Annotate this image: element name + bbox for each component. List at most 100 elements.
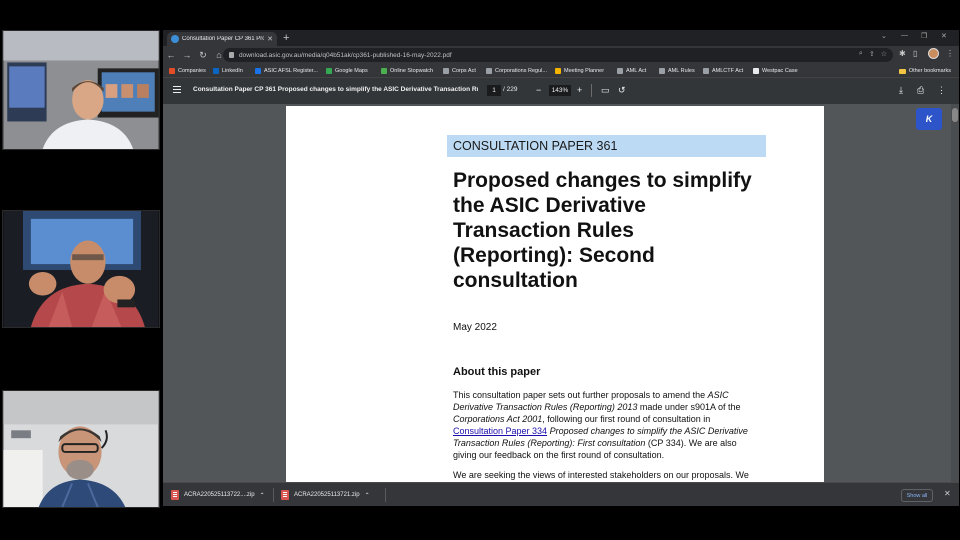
zoom-level-input[interactable]: 143% bbox=[549, 85, 571, 96]
address-bar[interactable]: download.asic.gov.au/media/q04b51ak/cp36… bbox=[223, 48, 893, 62]
chevron-up-icon[interactable]: ⌃ bbox=[365, 492, 370, 499]
file-icon bbox=[281, 490, 289, 500]
asic-favicon-icon bbox=[171, 35, 179, 43]
pdf-page: CONSULTATION PAPER 361 Proposed changes … bbox=[286, 106, 824, 482]
scrollbar-thumb[interactable] bbox=[952, 108, 958, 122]
bookmark-item[interactable]: AML Act bbox=[617, 64, 646, 78]
bookmark-favicon-icon bbox=[443, 68, 449, 74]
browser-window: Consultation Paper CP 361 Propo ✕ + ⌄ — … bbox=[163, 30, 959, 506]
more-options-icon[interactable]: ⋮ bbox=[937, 84, 946, 96]
url-text: download.asic.gov.au/media/q04b51ak/cp36… bbox=[239, 51, 452, 59]
chevron-down-icon[interactable]: ⌄ bbox=[881, 32, 887, 40]
page-total: / 229 bbox=[503, 86, 518, 93]
bookmark-label: ASIC AFSL Register... bbox=[264, 68, 318, 74]
participant-2-image bbox=[3, 211, 159, 327]
bookmark-label: Westpac Case bbox=[762, 68, 798, 74]
rotate-icon[interactable]: ↺ bbox=[618, 84, 626, 96]
bookmark-item[interactable]: Meeting Planner bbox=[555, 64, 604, 78]
consultation-paper-334-link[interactable]: Consultation Paper 334 bbox=[453, 426, 547, 436]
bookmark-label: LinkedIn bbox=[222, 68, 243, 74]
download-icon[interactable]: ⤓ bbox=[899, 84, 903, 96]
bookmark-label: Online Stopwatch bbox=[390, 68, 434, 74]
bookmark-label: AML Act bbox=[626, 68, 647, 74]
bookmark-label: Corps Act bbox=[452, 68, 476, 74]
extensions-icon[interactable]: ✱ bbox=[899, 49, 906, 58]
folder-icon bbox=[898, 68, 906, 74]
participant-video-2 bbox=[2, 210, 160, 328]
bookmark-label: AML Rules bbox=[668, 68, 695, 74]
reload-icon[interactable]: ↻ bbox=[195, 46, 211, 64]
zoom-out-icon[interactable]: − bbox=[536, 84, 541, 96]
browser-menu-icon[interactable]: ⋮ bbox=[946, 49, 954, 58]
bookmark-favicon-icon bbox=[326, 68, 332, 74]
bookmark-item[interactable]: LinkedIn bbox=[213, 64, 243, 78]
close-window-icon[interactable]: ✕ bbox=[941, 32, 947, 40]
back-icon[interactable]: ← bbox=[163, 46, 179, 64]
side-panel-icon[interactable]: ▯ bbox=[913, 49, 917, 58]
bookmark-favicon-icon bbox=[617, 68, 623, 74]
participant-3-image bbox=[3, 391, 159, 507]
bookmark-label: AMLCTF Act bbox=[712, 68, 744, 74]
about-text: This consultation paper sets out further… bbox=[453, 390, 708, 400]
file-icon bbox=[171, 490, 179, 500]
bookmark-item[interactable]: Westpac Case bbox=[753, 64, 798, 78]
scrollbar[interactable] bbox=[951, 104, 959, 482]
bookmark-item[interactable]: AML Rules bbox=[659, 64, 695, 78]
restore-icon[interactable]: ❐ bbox=[921, 32, 927, 40]
zoom-icon[interactable]: ⌕ bbox=[859, 50, 863, 58]
document-date: May 2022 bbox=[453, 322, 497, 333]
download-item-2[interactable]: ACRA220525113721.zip ⌃ bbox=[281, 487, 370, 503]
show-all-button[interactable]: Show all bbox=[901, 489, 933, 502]
download-divider bbox=[385, 488, 386, 502]
about-italic-act: Corporations Act 2001 bbox=[453, 414, 543, 424]
zoom-in-icon[interactable]: + bbox=[577, 84, 582, 96]
bookmarks-bar: Companies LinkedIn ASIC AFSL Register... Go… bbox=[163, 64, 959, 78]
other-bookmarks-folder[interactable]: Other bookmarks bbox=[898, 64, 951, 78]
about-text: made under s901A of the bbox=[637, 402, 741, 412]
forward-icon[interactable]: → bbox=[179, 46, 195, 64]
share-icon[interactable]: ⇪ bbox=[869, 50, 875, 58]
other-bookmarks-label: Other bookmarks bbox=[908, 68, 951, 74]
print-icon[interactable]: ⎙ bbox=[917, 84, 924, 96]
pdf-viewer[interactable]: CONSULTATION PAPER 361 Proposed changes … bbox=[163, 104, 959, 482]
browser-tab[interactable]: Consultation Paper CP 361 Propo ✕ bbox=[167, 32, 277, 46]
bookmark-item[interactable]: Google Maps bbox=[326, 64, 368, 78]
bookmark-star-icon[interactable]: ☆ bbox=[881, 50, 887, 58]
screen: Consultation Paper CP 361 Propo ✕ + ⌄ — … bbox=[0, 0, 960, 540]
participant-video-3 bbox=[2, 390, 160, 508]
bookmark-item[interactable]: Companies bbox=[169, 64, 206, 78]
browser-toolbar: ← → ↻ ⌂ download.asic.gov.au/media/q04b5… bbox=[163, 46, 959, 64]
about-text: , following our first round of consultat… bbox=[542, 414, 711, 424]
bookmark-item[interactable]: Online Stopwatch bbox=[381, 64, 433, 78]
tab-title: Consultation Paper CP 361 Propo bbox=[182, 36, 265, 42]
extension-k-button[interactable]: K bbox=[916, 108, 942, 130]
profile-avatar[interactable] bbox=[928, 48, 939, 59]
new-tab-icon[interactable]: + bbox=[283, 31, 289, 45]
bookmark-favicon-icon bbox=[213, 68, 219, 74]
bookmark-item[interactable]: Corps Act bbox=[443, 64, 476, 78]
seeking-views-paragraph: We are seeking the views of interested s… bbox=[453, 470, 749, 480]
bookmark-favicon-icon bbox=[753, 68, 759, 74]
bookmark-item[interactable]: ASIC AFSL Register... bbox=[255, 64, 318, 78]
download-divider bbox=[273, 488, 274, 502]
downloads-bar: ACRA220525113722....zip ⌃ ACRA2205251137… bbox=[163, 482, 959, 506]
close-downloads-icon[interactable]: ✕ bbox=[944, 489, 951, 498]
participant-video-1 bbox=[2, 30, 160, 150]
fit-page-icon[interactable]: ▭ bbox=[601, 84, 610, 96]
menu-icon[interactable] bbox=[173, 86, 181, 93]
minimize-icon[interactable]: — bbox=[901, 32, 908, 39]
bookmark-label: Companies bbox=[178, 68, 206, 74]
document-title: Proposed changes to simplify the ASIC De… bbox=[453, 169, 752, 292]
download-item-1[interactable]: ACRA220525113722....zip ⌃ bbox=[171, 487, 265, 503]
bookmark-item[interactable]: Corporations Regul... bbox=[486, 64, 547, 78]
close-tab-icon[interactable]: ✕ bbox=[267, 35, 273, 43]
bookmark-favicon-icon bbox=[703, 68, 709, 74]
lock-icon bbox=[229, 52, 234, 58]
download-filename: ACRA220525113722....zip bbox=[184, 492, 255, 498]
tab-bar: Consultation Paper CP 361 Propo ✕ + ⌄ — … bbox=[163, 30, 959, 46]
pdf-toolbar: Consultation Paper CP 361 Proposed chang… bbox=[163, 78, 959, 104]
bookmark-item[interactable]: AMLCTF Act bbox=[703, 64, 743, 78]
page-number-input[interactable]: 1 bbox=[487, 85, 501, 96]
pdf-document-title: Consultation Paper CP 361 Proposed chang… bbox=[193, 86, 478, 93]
chevron-up-icon[interactable]: ⌃ bbox=[260, 492, 265, 499]
